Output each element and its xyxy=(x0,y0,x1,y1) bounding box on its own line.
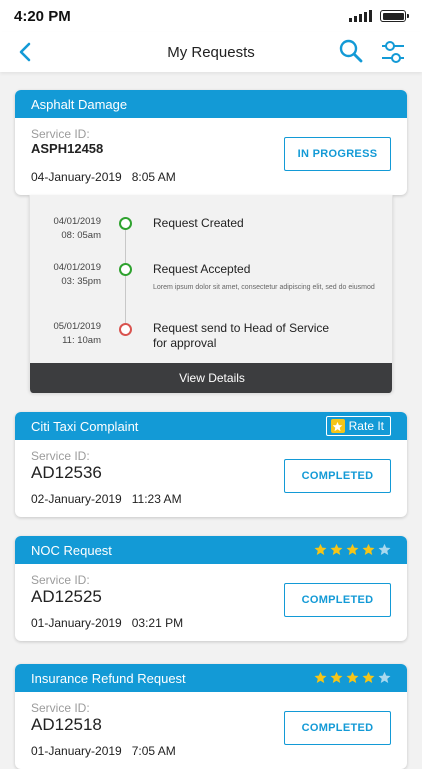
request-datetime: 04-January-2019 8:05 AM xyxy=(31,170,176,184)
timeline-dot-done xyxy=(119,263,132,276)
star-icon xyxy=(378,671,391,683)
rate-it-label: Rate It xyxy=(348,419,384,433)
request-date: 01-January-2019 xyxy=(31,616,122,630)
timeline-description: Lorem ipsum dolor sit amet, consectetur … xyxy=(153,284,375,291)
timeline-date-time: 08: 05am xyxy=(61,230,101,241)
service-id-label: Service ID: xyxy=(31,573,90,587)
request-title: NOC Request xyxy=(31,542,112,558)
back-icon[interactable] xyxy=(14,40,38,64)
timeline-title-line1: Request send to Head of Service xyxy=(153,321,330,335)
card-body: Service ID: AD12525 01-January-2019 03:2… xyxy=(15,564,407,641)
timeline-title: Request send to Head of Service for appro… xyxy=(153,321,329,351)
timeline-date: 04/01/2019 08: 05am xyxy=(30,215,101,243)
filter-icon[interactable] xyxy=(380,38,406,66)
request-time: 03:21 PM xyxy=(131,616,184,630)
navbar: My Requests xyxy=(0,32,422,72)
rating-stars xyxy=(314,543,391,556)
request-date: 01-January-2019 xyxy=(31,744,122,758)
card-header: Insurance Refund Request xyxy=(15,664,407,692)
request-title: Citi Taxi Complaint xyxy=(31,418,139,434)
timeline-date: 05/01/2019 11: 10am xyxy=(30,320,101,348)
view-details-button[interactable]: View Details xyxy=(30,363,392,393)
timeline-date-day: 05/01/2019 xyxy=(53,321,101,332)
service-id-value: AD12536 xyxy=(31,463,102,482)
timeline-dot-done xyxy=(119,217,132,230)
status-button[interactable]: COMPLETED xyxy=(284,711,391,745)
service-id-value: ASPH12458 xyxy=(31,141,104,156)
card-body: Service ID: ASPH12458 04-January-2019 8:… xyxy=(15,118,407,195)
request-card[interactable]: NOC Request Service ID: AD12525 01-Janua… xyxy=(15,536,407,641)
search-icon[interactable] xyxy=(338,38,364,64)
request-time: 8:05 AM xyxy=(131,170,176,184)
battery-icon xyxy=(380,10,409,22)
card-header: Asphalt Damage xyxy=(15,90,407,118)
status-button[interactable]: COMPLETED xyxy=(284,583,391,617)
timeline-title: Request Created xyxy=(153,216,244,230)
request-time: 7:05 AM xyxy=(131,744,176,758)
page-title: My Requests xyxy=(167,43,255,61)
star-icon xyxy=(330,419,345,433)
signal-icon xyxy=(349,10,372,22)
service-id-label: Service ID: xyxy=(31,449,90,463)
timeline-date-day: 04/01/2019 xyxy=(53,216,101,227)
timeline-title-line2: for approval xyxy=(153,336,217,350)
service-id-label: Service ID: xyxy=(31,701,90,715)
timeline-date-day: 04/01/2019 xyxy=(53,262,101,273)
request-time: 11:23 AM xyxy=(131,492,182,506)
service-id-value: AD12525 xyxy=(31,587,102,606)
card-body: Service ID: AD12536 02-January-2019 11:2… xyxy=(15,440,407,517)
star-icon xyxy=(362,543,375,555)
request-datetime: 01-January-2019 7:05 AM xyxy=(31,744,176,758)
star-icon xyxy=(314,671,327,683)
request-title: Asphalt Damage xyxy=(31,96,128,112)
timeline-date-time: 11: 10am xyxy=(62,335,101,346)
rating-stars xyxy=(314,671,391,684)
star-icon xyxy=(330,543,343,555)
status-bar: 4:20 PM xyxy=(0,0,422,32)
star-icon xyxy=(330,671,343,683)
service-id-label: Service ID: xyxy=(31,127,90,141)
status-button[interactable]: IN PROGRESS xyxy=(284,137,391,171)
request-card[interactable]: Insurance Refund Request Service ID: AD1… xyxy=(15,664,407,769)
request-card[interactable]: Citi Taxi Complaint Rate It Service ID: … xyxy=(15,412,407,517)
star-icon xyxy=(362,671,375,683)
star-icon xyxy=(378,543,391,555)
service-id-value: AD12518 xyxy=(31,715,102,734)
status-time: 4:20 PM xyxy=(14,7,71,25)
request-timeline: 04/01/2019 08: 05am Request Created 04/01… xyxy=(29,195,393,393)
request-date: 04-January-2019 xyxy=(31,170,122,184)
timeline-date: 04/01/2019 03: 35pm xyxy=(30,261,101,289)
timeline-dot-pending xyxy=(119,323,132,336)
rate-it-button[interactable]: Rate It xyxy=(325,416,391,436)
status-button[interactable]: COMPLETED xyxy=(284,459,391,493)
star-icon xyxy=(346,543,359,555)
request-title: Insurance Refund Request xyxy=(31,670,186,686)
timeline-date-time: 03: 35pm xyxy=(61,276,101,287)
request-datetime: 01-January-2019 03:21 PM xyxy=(31,616,183,630)
star-icon xyxy=(346,671,359,683)
timeline-title: Request Accepted xyxy=(153,262,251,276)
card-header: NOC Request xyxy=(15,536,407,564)
card-header: Citi Taxi Complaint Rate It xyxy=(15,412,407,440)
timeline-line xyxy=(125,225,126,331)
card-body: Service ID: AD12518 01-January-2019 7:05… xyxy=(15,692,407,769)
request-date: 02-January-2019 xyxy=(31,492,122,506)
request-card[interactable]: Asphalt Damage Service ID: ASPH12458 04-… xyxy=(15,90,407,195)
request-datetime: 02-January-2019 11:23 AM xyxy=(31,492,182,506)
star-icon xyxy=(314,543,327,555)
